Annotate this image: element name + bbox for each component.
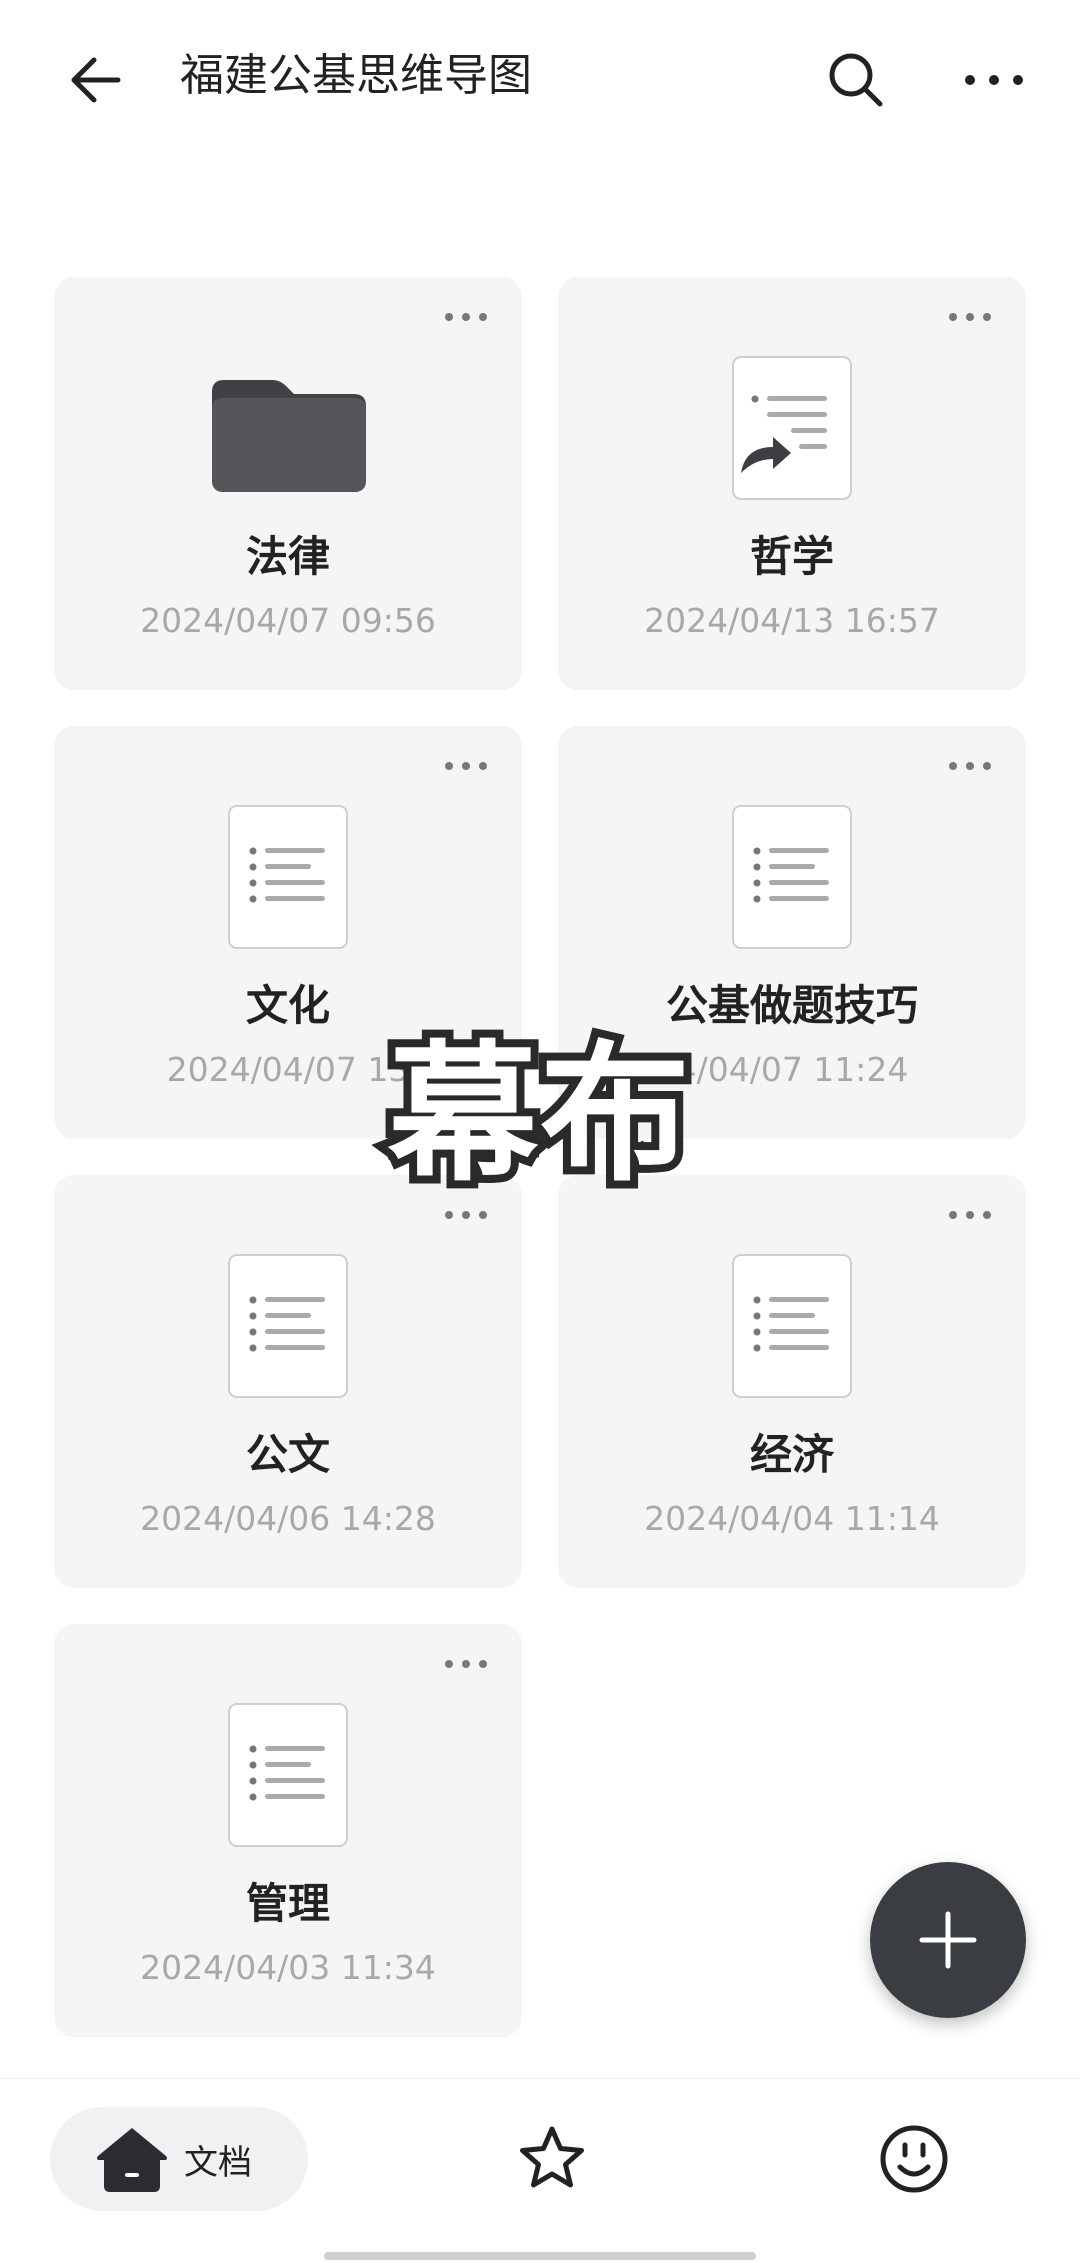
home-icon — [94, 2121, 170, 2197]
card-more-button[interactable] — [436, 297, 496, 337]
plus-icon — [919, 1911, 977, 1969]
page-title: 福建公基思维导图 — [180, 50, 532, 101]
back-button[interactable] — [56, 40, 136, 120]
more-horizontal-icon — [445, 313, 487, 321]
top-bar: 福建公基思维导图 — [0, 0, 1080, 150]
document-list-icon — [208, 1700, 368, 1850]
item-date: 2024/04/06 14:28 — [140, 1499, 436, 1538]
card-more-button[interactable] — [940, 746, 1000, 786]
item-name: 公文 — [245, 1430, 330, 1479]
item-name: 管理 — [245, 1879, 330, 1928]
document-card[interactable]: 经济 2024/04/04 11:14 — [558, 1175, 1026, 1588]
more-horizontal-icon — [445, 762, 487, 770]
search-icon — [829, 53, 883, 107]
item-name: 经济 — [749, 1430, 834, 1479]
card-more-button[interactable] — [940, 297, 1000, 337]
folder-icon — [208, 353, 368, 503]
item-date: 2024/04/03 11:34 — [140, 1948, 436, 1987]
nav-favorites-tab[interactable] — [510, 2117, 594, 2201]
document-list-icon — [712, 1251, 872, 1401]
bottom-navigation: 文档 — [0, 2078, 1080, 2263]
document-card[interactable]: 公文 2024/04/06 14:28 — [54, 1175, 522, 1588]
nav-docs-tab[interactable]: 文档 — [50, 2107, 308, 2211]
document-list-icon — [208, 802, 368, 952]
card-more-button[interactable] — [436, 1644, 496, 1684]
arrow-left-icon — [71, 57, 121, 103]
smiley-icon — [880, 2125, 948, 2193]
star-icon — [520, 2126, 584, 2188]
more-horizontal-icon — [949, 313, 991, 321]
more-horizontal-icon — [949, 762, 991, 770]
document-card[interactable]: 哲学 2024/04/13 16:57 — [558, 277, 1026, 690]
item-date: 2024/04/07 09:56 — [140, 601, 436, 640]
card-more-button[interactable] — [436, 746, 496, 786]
more-options-button[interactable] — [950, 36, 1038, 124]
document-list-icon — [712, 802, 872, 952]
nav-docs-label: 文档 — [184, 2142, 252, 2183]
shared-document-icon — [712, 353, 872, 503]
card-more-button[interactable] — [940, 1195, 1000, 1235]
folder-card[interactable]: 法律 2024/04/07 09:56 — [54, 277, 522, 690]
item-date: 2024/04/04 11:14 — [644, 1499, 940, 1538]
more-horizontal-icon — [965, 75, 1023, 85]
item-name: 法律 — [245, 532, 330, 581]
document-card[interactable]: 管理 2024/04/03 11:34 — [54, 1624, 522, 2037]
document-list-icon — [208, 1251, 368, 1401]
item-date: 2024/04/13 16:57 — [644, 601, 940, 640]
add-button[interactable] — [870, 1862, 1026, 2018]
mindmap-folder-screen: 福建公基思维导图 法律 2024/04/07 09:56 哲学 2024/04/… — [0, 0, 1080, 2263]
more-horizontal-icon — [445, 1660, 487, 1668]
nav-profile-tab[interactable] — [870, 2115, 958, 2203]
more-horizontal-icon — [949, 1211, 991, 1219]
search-button[interactable] — [812, 36, 900, 124]
home-indicator — [324, 2252, 756, 2260]
item-name: 哲学 — [749, 532, 834, 581]
overlay-caption: 幕布 — [380, 1020, 698, 1210]
